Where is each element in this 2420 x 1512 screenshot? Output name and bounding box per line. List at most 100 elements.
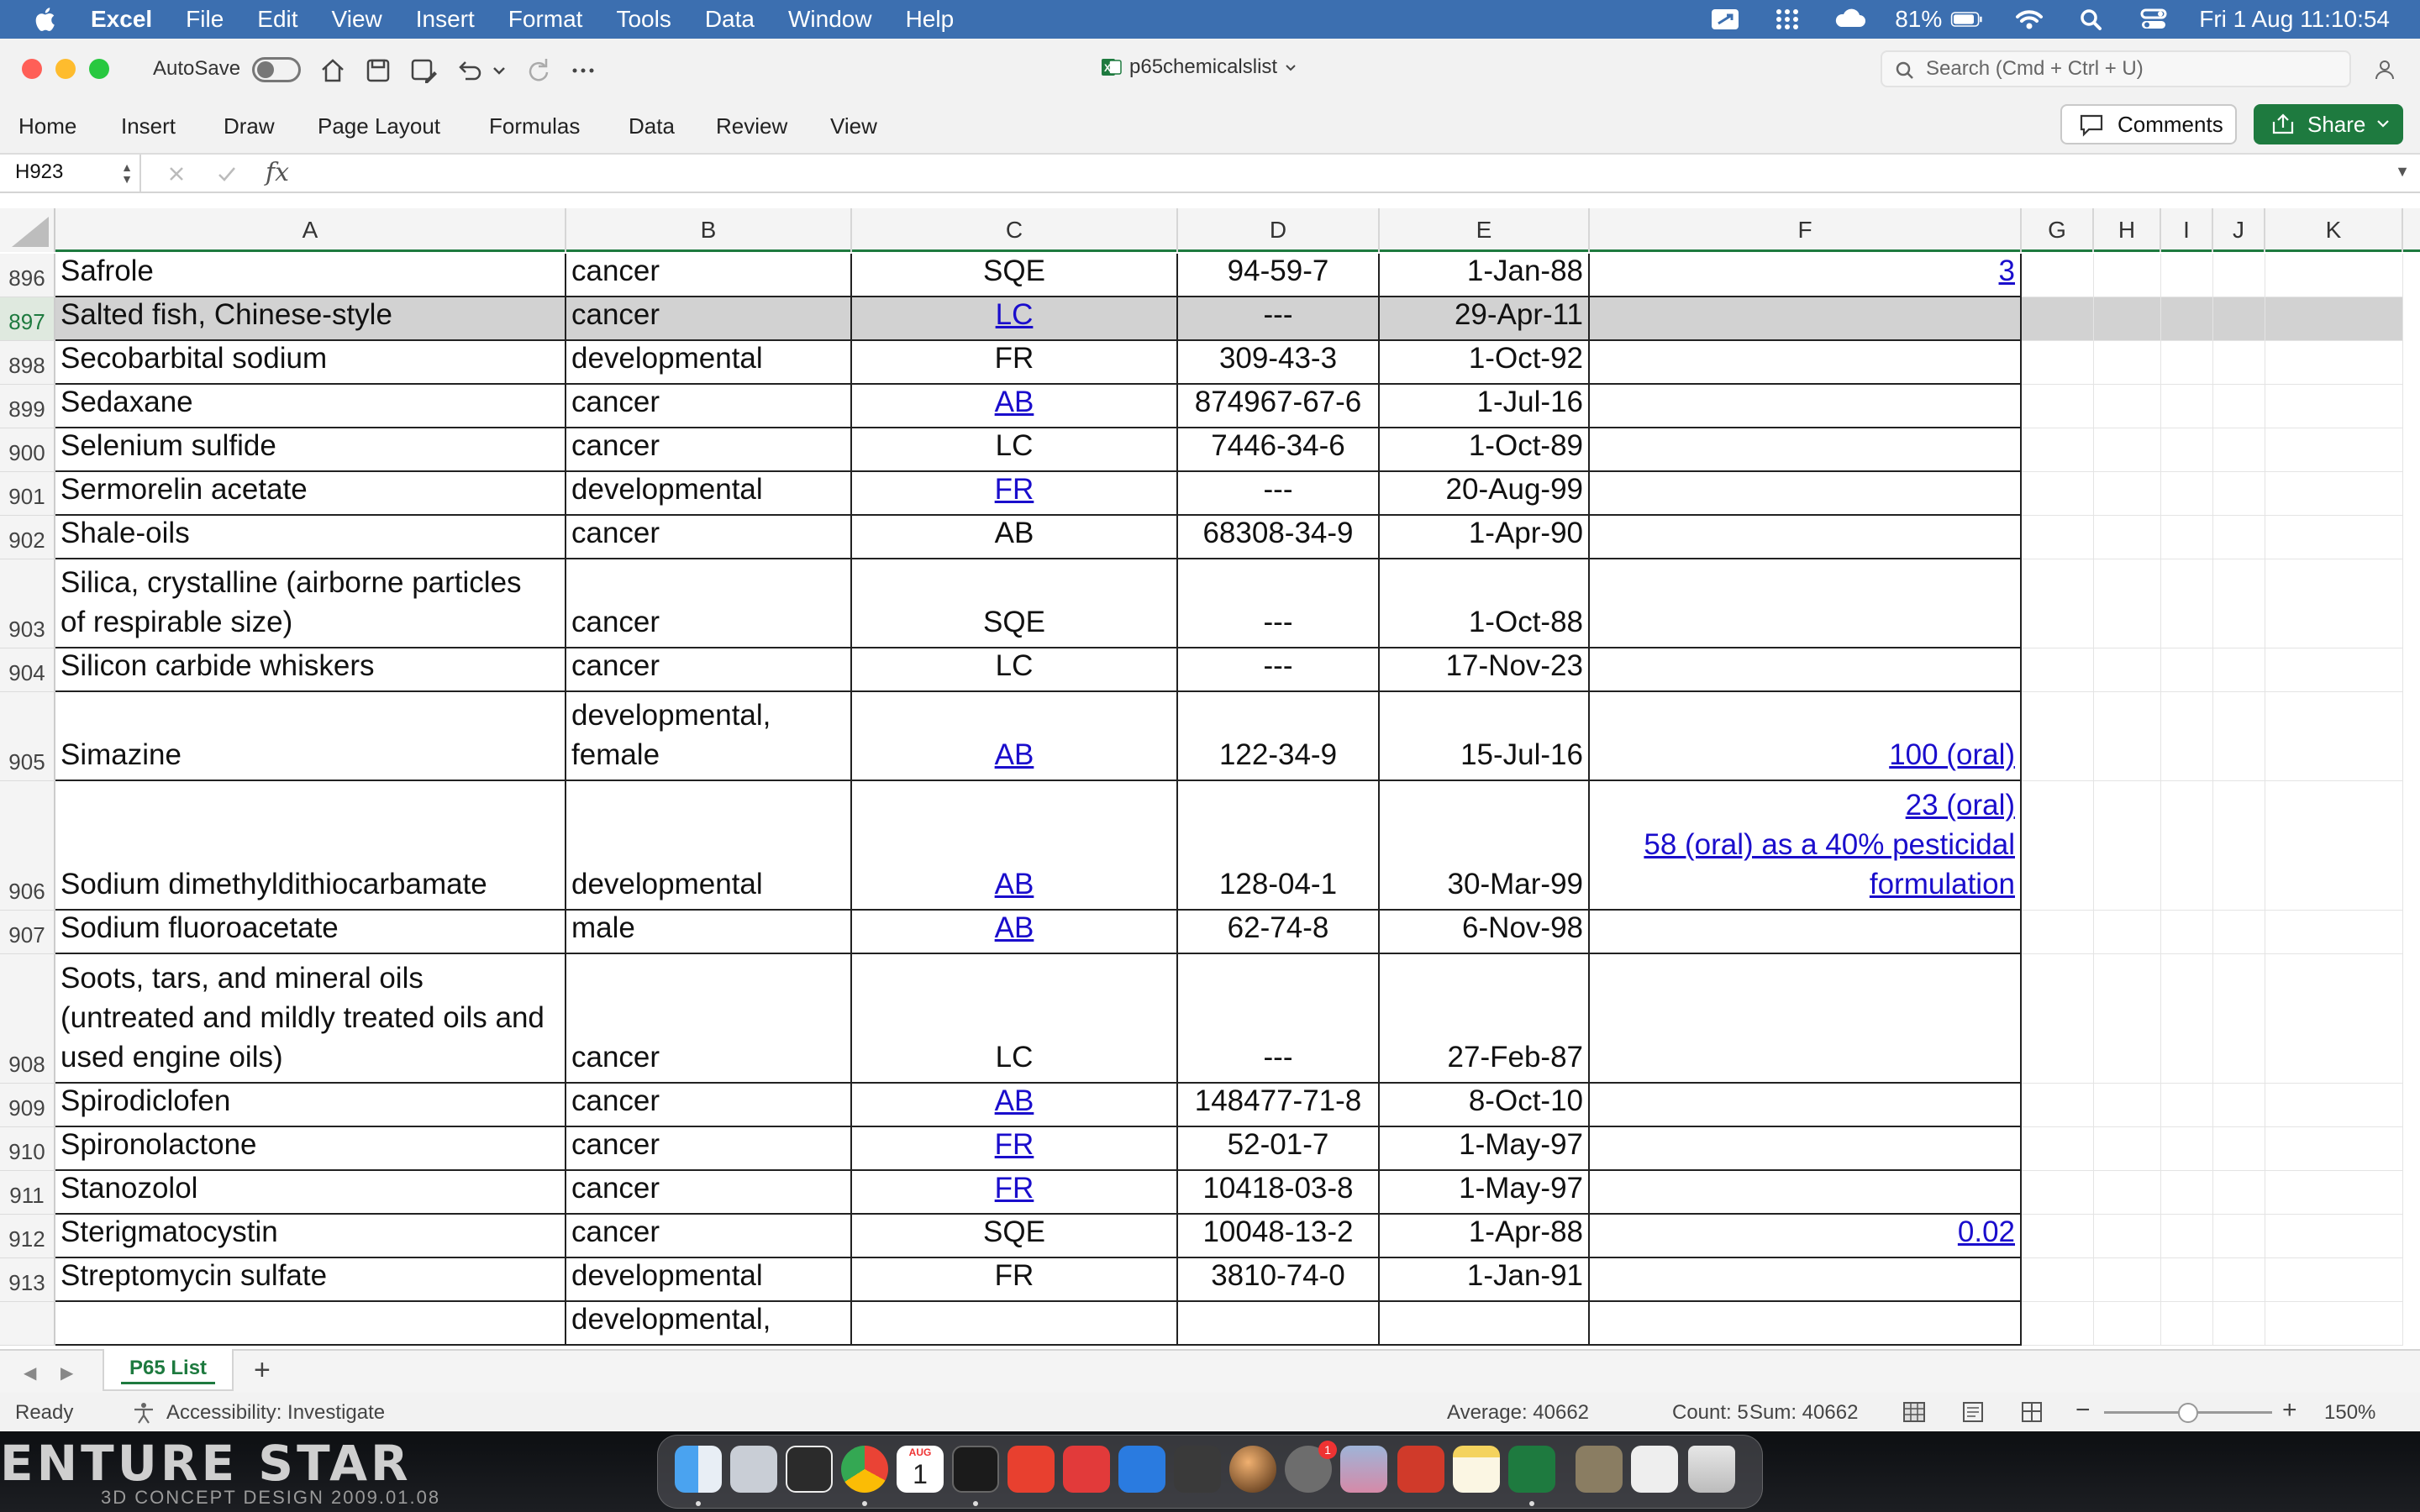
- menu-app-excel[interactable]: Excel: [91, 6, 152, 33]
- cell-b[interactable]: cancer: [566, 1127, 852, 1171]
- add-sheet-button[interactable]: +: [254, 1354, 271, 1387]
- menu-window[interactable]: Window: [788, 6, 872, 33]
- cell-d[interactable]: ---: [1178, 297, 1380, 341]
- cell-c[interactable]: SQE: [852, 1215, 1178, 1258]
- cell-g[interactable]: [2022, 385, 2094, 428]
- cell-k[interactable]: [2265, 648, 2403, 692]
- cell-g[interactable]: [2022, 1258, 2094, 1302]
- control-center-icon[interactable]: [2137, 7, 2170, 32]
- cell-j[interactable]: [2213, 428, 2265, 472]
- cell-a[interactable]: Soots, tars, and mineral oils (untreated …: [55, 954, 566, 1084]
- cell-j[interactable]: [2213, 954, 2265, 1084]
- cell-e[interactable]: 1-May-97: [1380, 1127, 1590, 1171]
- terminal-icon[interactable]: [952, 1446, 999, 1493]
- row-header[interactable]: 904: [0, 648, 55, 692]
- cell-e[interactable]: 8-Oct-10: [1380, 1084, 1590, 1127]
- cell-text[interactable]: 23 (oral) 58 (oral) as a 40% pesticidal fo…: [1595, 785, 2015, 904]
- cell-k[interactable]: [2265, 428, 2403, 472]
- cell-text-line[interactable]: 0.02: [1595, 1215, 2015, 1252]
- expand-formula-bar-icon[interactable]: ▼: [2395, 163, 2410, 181]
- cell-text-line[interactable]: 3: [1595, 254, 2015, 291]
- cell-e[interactable]: 15-Jul-16: [1380, 692, 1590, 781]
- cell-e[interactable]: 1-Jul-16: [1380, 385, 1590, 428]
- cell-f[interactable]: [1590, 559, 2022, 648]
- cell-i[interactable]: [2161, 648, 2213, 692]
- page-layout-view-icon[interactable]: [1961, 1401, 1985, 1423]
- cell-c[interactable]: AB: [852, 692, 1178, 781]
- cell-j[interactable]: [2213, 341, 2265, 385]
- row-header[interactable]: 909: [0, 1084, 55, 1127]
- cell-i[interactable]: [2161, 428, 2213, 472]
- sheet-tab-p65-list[interactable]: P65 List: [103, 1349, 234, 1391]
- cell-h[interactable]: [2094, 559, 2161, 648]
- cell-b[interactable]: cancer: [566, 297, 852, 341]
- cell-k[interactable]: [2265, 341, 2403, 385]
- cell-c[interactable]: [852, 1302, 1178, 1346]
- cell-b[interactable]: cancer: [566, 954, 852, 1084]
- cell-g[interactable]: [2022, 1171, 2094, 1215]
- row-header[interactable]: 907: [0, 911, 55, 954]
- cell-h[interactable]: [2094, 1127, 2161, 1171]
- cell-d[interactable]: [1178, 1302, 1380, 1346]
- cell-k[interactable]: [2265, 1302, 2403, 1346]
- cell-c[interactable]: AB: [852, 1084, 1178, 1127]
- cell-k[interactable]: [2265, 692, 2403, 781]
- share-people-icon[interactable]: [2371, 55, 2402, 86]
- cell-h[interactable]: [2094, 954, 2161, 1084]
- system-settings-icon[interactable]: 1: [1285, 1441, 1337, 1493]
- more-options-icon[interactable]: [568, 55, 598, 86]
- mission-control-icon[interactable]: [786, 1446, 833, 1493]
- normal-view-icon[interactable]: [1902, 1401, 1926, 1423]
- cell-d[interactable]: 68308-34-9: [1178, 516, 1380, 559]
- row-header[interactable]: 908: [0, 954, 55, 1084]
- cell-k[interactable]: [2265, 297, 2403, 341]
- cell-h[interactable]: [2094, 516, 2161, 559]
- row-header[interactable]: 903: [0, 559, 55, 648]
- anydesk-icon[interactable]: [1007, 1446, 1055, 1493]
- tab-view[interactable]: View: [830, 108, 877, 144]
- select-all-corner[interactable]: [0, 208, 55, 252]
- cell-c[interactable]: FR: [852, 1171, 1178, 1215]
- cell-text[interactable]: FR: [852, 1171, 1176, 1208]
- spreadsheet-grid[interactable]: 896 Safrole cancer SQE 94-59-7 1-Jan-88 3 897 Sa…: [0, 254, 2420, 1349]
- cell-a[interactable]: Salted fish, Chinese-style: [55, 297, 566, 341]
- cell-f[interactable]: [1590, 1127, 2022, 1171]
- cell-g[interactable]: [2022, 428, 2094, 472]
- cell-g[interactable]: [2022, 1084, 2094, 1127]
- cell-h[interactable]: [2094, 1302, 2161, 1346]
- cell-f[interactable]: [1590, 648, 2022, 692]
- menu-file[interactable]: File: [186, 6, 224, 33]
- cell-e[interactable]: 1-Apr-88: [1380, 1215, 1590, 1258]
- column-header-i[interactable]: I: [2161, 208, 2213, 252]
- row-header[interactable]: 898: [0, 341, 55, 385]
- page-break-preview-icon[interactable]: [2020, 1401, 2044, 1423]
- cell-e[interactable]: 1-Jan-91: [1380, 1258, 1590, 1302]
- excel-dock-icon[interactable]: [1508, 1446, 1555, 1493]
- menubar-clock[interactable]: Fri 1 Aug 11:10:54: [2199, 6, 2390, 33]
- cell-text[interactable]: 100 (oral): [1595, 735, 2015, 774]
- cell-b[interactable]: cancer: [566, 1084, 852, 1127]
- cell-a[interactable]: Shale-oils: [55, 516, 566, 559]
- cell-h[interactable]: [2094, 385, 2161, 428]
- acrobat-icon[interactable]: [1397, 1446, 1444, 1493]
- zoom-level[interactable]: 150%: [2324, 1401, 2375, 1425]
- cell-i[interactable]: [2161, 1302, 2213, 1346]
- row-header[interactable]: 902: [0, 516, 55, 559]
- cell-a[interactable]: Selenium sulfide: [55, 428, 566, 472]
- column-header-k[interactable]: K: [2265, 208, 2403, 252]
- zoom-slider[interactable]: [2104, 1403, 2272, 1423]
- cell-b[interactable]: cancer: [566, 428, 852, 472]
- cell-text-line[interactable]: 23 (oral): [1595, 785, 2015, 825]
- cell-f[interactable]: [1590, 1084, 2022, 1127]
- cell-k[interactable]: [2265, 385, 2403, 428]
- cell-b[interactable]: developmental: [566, 341, 852, 385]
- column-header-f[interactable]: F: [1590, 208, 2022, 252]
- presentation-app-icon[interactable]: [1063, 1446, 1110, 1493]
- row-header[interactable]: 899: [0, 385, 55, 428]
- cell-i[interactable]: [2161, 1215, 2213, 1258]
- menu-data[interactable]: Data: [705, 6, 755, 33]
- cell-c[interactable]: LC: [852, 297, 1178, 341]
- cell-e[interactable]: 1-Apr-90: [1380, 516, 1590, 559]
- cell-f[interactable]: [1590, 516, 2022, 559]
- zoom-in-button[interactable]: +: [2282, 1396, 2297, 1425]
